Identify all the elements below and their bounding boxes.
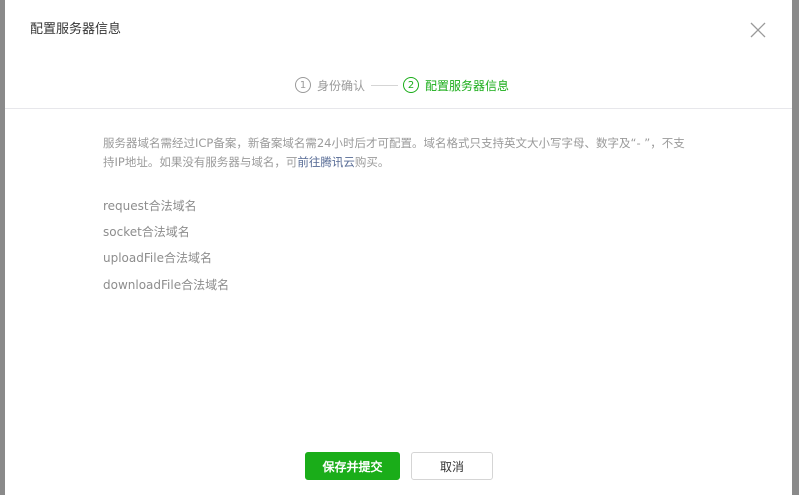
close-icon[interactable] — [749, 21, 767, 39]
step-configure-server: 2 配置服务器信息 — [403, 75, 509, 95]
step-number-2: 2 — [403, 77, 419, 93]
notice-text: 服务器域名需经过ICP备案，新备案域名需24小时后才可配置。域名格式只支持英文大… — [103, 136, 685, 169]
notice-text-end: 购买。 — [354, 155, 390, 169]
step-label-configure: 配置服务器信息 — [425, 78, 510, 93]
step-connector — [371, 85, 398, 86]
cancel-button[interactable]: 取消 — [411, 452, 493, 480]
domain-notice: 服务器域名需经过ICP备案，新备案域名需24小时后才可配置。域名格式只支持英文大… — [103, 134, 693, 172]
step-indicator: 1 身份确认 2 配置服务器信息 — [5, 75, 792, 95]
config-server-dialog: 配置服务器信息 1 身份确认 2 配置服务器信息 服务器域名需经过ICP备案，新… — [5, 0, 792, 495]
save-submit-button[interactable]: 保存并提交 — [305, 452, 400, 480]
tencent-cloud-link[interactable]: 前往腾讯云 — [297, 155, 355, 169]
step-number-1: 1 — [295, 77, 311, 93]
step-identity-confirm: 1 身份确认 — [295, 75, 365, 95]
request-domain-label: request合法域名 — [103, 199, 197, 213]
dialog-title: 配置服务器信息 — [30, 22, 122, 37]
downloadfile-domain-label: downloadFile合法域名 — [103, 278, 230, 292]
header-divider — [5, 108, 792, 109]
uploadfile-domain-label: uploadFile合法域名 — [103, 251, 212, 265]
socket-domain-label: socket合法域名 — [103, 225, 190, 239]
step-label-identity: 身份确认 — [317, 78, 366, 93]
